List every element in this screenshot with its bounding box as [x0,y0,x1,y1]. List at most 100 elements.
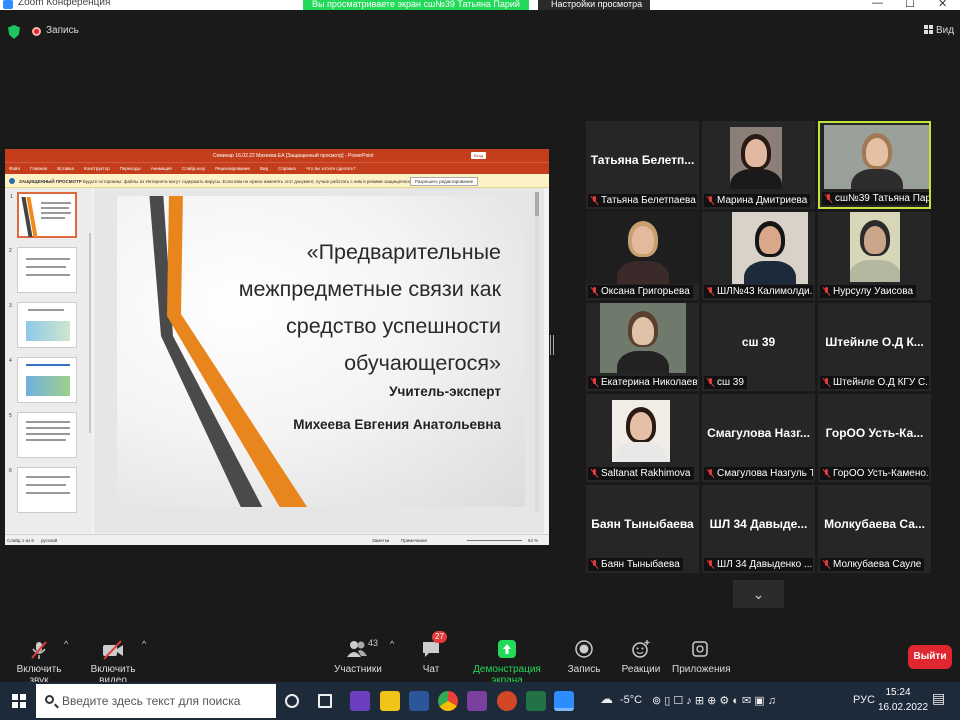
participant-name: ШЛ№43 Калимолди... [717,286,813,297]
participant-name: Екатерина Николаев... [601,377,697,388]
mic-muted-icon [591,287,598,296]
tray-icons[interactable]: ⊚ ▯ ☐ ♪ ⊞ ⊕ ⚙ ◐ ✉ ▣ ♫ [652,694,776,707]
file-explorer-icon[interactable] [380,691,400,711]
participant-display-name: Татьяна Белетп... [590,153,695,167]
share-screen-button[interactable]: Демонстрация экрана [462,640,552,686]
mic-muted-icon [823,469,830,478]
task-view-icon[interactable] [318,694,332,708]
participant-tile[interactable]: Смагулова Назг... Смагулова Назгуль Т... [702,394,815,482]
zoom-logo-icon [3,0,13,9]
participant-tile[interactable]: Нурсулу Уаисова [818,212,931,300]
title-bar: Zoom Конференция Вы просматриваете экран… [0,0,960,10]
participant-display-name: Баян Тыныбаева [591,517,694,531]
slide-thumb: 6 [9,467,77,513]
participant-name-label: Нурсулу Уаисова [820,285,916,298]
split-view-handle[interactable] [550,335,554,355]
zoom-taskbar-icon[interactable] [554,691,574,711]
recording-icon [32,27,41,36]
participant-name-label: Баян Тыныбаева [588,558,683,571]
start-video-button[interactable]: Включить видео ^ [80,639,147,686]
participant-tile[interactable]: Оксана Григорьева [586,212,699,300]
participant-tile[interactable]: сш 39 сш 39 [702,303,815,391]
participant-tile[interactable]: Saltanat Rakhimova [586,394,699,482]
participant-name-label: ШЛ 34 Давыденко ... [704,558,813,571]
participant-name-label: Штейнле О.Д КГУ С... [820,376,929,389]
caret-up-icon[interactable]: ^ [142,639,146,649]
participant-name-label: Смагулова Назгуль Т... [704,467,813,480]
powerpoint-icon[interactable] [497,691,517,711]
protected-message: Будьте осторожны: файлы из Интернета мог… [83,179,438,184]
ribbon-tab: Анимация [150,166,172,171]
participant-tile[interactable]: ШЛ№43 Калимолди... [702,212,815,300]
caret-up-icon[interactable]: ^ [390,639,394,649]
security-shield-icon[interactable] [8,25,20,39]
shared-screen: Семинар 16.02.22 Михеева ЕА [Защищенный … [5,149,549,545]
weather-icon[interactable]: ☁ [600,691,613,707]
save-app-icon[interactable] [467,691,487,711]
participant-video [612,400,670,462]
chrome-icon[interactable] [438,691,458,711]
chat-button[interactable]: 27 Чат [418,631,447,675]
ribbon-tab: Главная [30,166,48,171]
protected-label: ЗАЩИЩЕННЫЙ ПРОСМОТР [19,179,82,184]
participant-name-label: Марина Дмитриева [704,194,811,207]
window-title: Zoom Конференция [18,0,111,8]
media-app-icon[interactable] [350,691,370,711]
unmute-button[interactable]: Включить звук ^ [6,639,72,686]
participant-tile[interactable]: Татьяна Белетп... Татьяна Белетпаева [586,121,699,209]
view-label: Вид [936,25,955,36]
taskbar-search-input[interactable]: Введите здесь текст для поиска [36,684,276,718]
excel-icon[interactable] [526,691,546,711]
word-icon[interactable] [409,691,429,711]
slide-thumb: 5 [9,412,77,458]
cortana-icon[interactable] [285,694,299,708]
participant-tile[interactable]: сш№39 Татьяна Парий [818,121,931,209]
taskbar-clock[interactable]: 15:24 16.02.2022 [878,685,928,715]
participant-name: Оксана Григорьева [601,286,690,297]
mic-muted-icon [707,196,714,205]
participants-count: 43 [368,638,379,648]
zoom-window: Zoom Конференция Вы просматриваете экран… [0,0,960,720]
ppt-title-bar: Семинар 16.02.22 Михеева ЕА [Защищенный … [5,149,549,162]
reactions-button[interactable]: Реакции [620,640,662,675]
view-button[interactable]: Вид [924,25,954,36]
participant-tile[interactable]: ШЛ 34 Давыде... ШЛ 34 Давыденко ... [702,485,815,573]
caret-up-icon[interactable]: ^ [64,639,68,649]
weather-temp[interactable]: -5°C [620,694,642,706]
participant-tile[interactable]: Екатерина Николаев... [586,303,699,391]
slide-title: «Предварительные межпредметные связи как… [238,240,501,375]
mic-muted-icon [823,560,830,569]
participant-tile[interactable]: ГорОО Усть-Ка... ГорОО Усть-Камено... [818,394,931,482]
ppt-login-button: Вход [471,152,487,159]
participant-name: сш№39 Татьяна Парий [835,193,931,204]
participant-video [730,127,782,189]
ribbon-tab: Справка [278,166,296,171]
participant-display-name: Смагулова Назг... [707,426,810,440]
participant-tile[interactable]: Марина Дмитриева [702,121,815,209]
participant-display-name: Молкубаева Са... [824,517,925,531]
participant-tile[interactable]: Молкубаева Са... Молкубаева Сауле [818,485,931,573]
close-icon[interactable]: ✕ [938,0,947,10]
apps-label: Приложения [672,664,731,675]
leave-button[interactable]: Выйти [908,645,952,669]
input-language[interactable]: РУС [853,694,875,706]
screen-share-banner: Вы просматриваете экран сш№39 Татьяна Па… [303,0,529,10]
participants-button[interactable]: 43 Участники ^ [334,638,394,675]
record-button[interactable]: Запись [566,640,602,675]
ppt-ribbon: Файл Главная Вставка Конструктор Переходы Ани… [5,162,549,174]
windows-start-icon[interactable] [12,694,26,708]
status-comments: Примечания [401,538,427,543]
mic-muted-icon [591,378,598,387]
apps-button[interactable]: Приложения [672,640,731,675]
participant-tile[interactable]: Штейнле О.Д К... Штейнле О.Д КГУ С... [818,303,931,391]
participant-tile[interactable]: Баян Тыныбаева Баян Тыныбаева [586,485,699,573]
recording-label[interactable]: Запись [46,25,79,36]
maximize-icon[interactable]: ☐ [905,0,915,10]
notifications-icon[interactable]: ▤ [932,690,945,707]
grid-icon [924,25,933,34]
minimize-icon[interactable]: — [872,0,883,9]
view-options-button[interactable]: Настройки просмотра [538,0,650,10]
ribbon-tab: Что вы хотите сделать? [305,166,356,171]
next-page-chevron-icon[interactable]: ⌄ [733,580,784,608]
participant-display-name: Штейнле О.Д К... [825,335,924,349]
